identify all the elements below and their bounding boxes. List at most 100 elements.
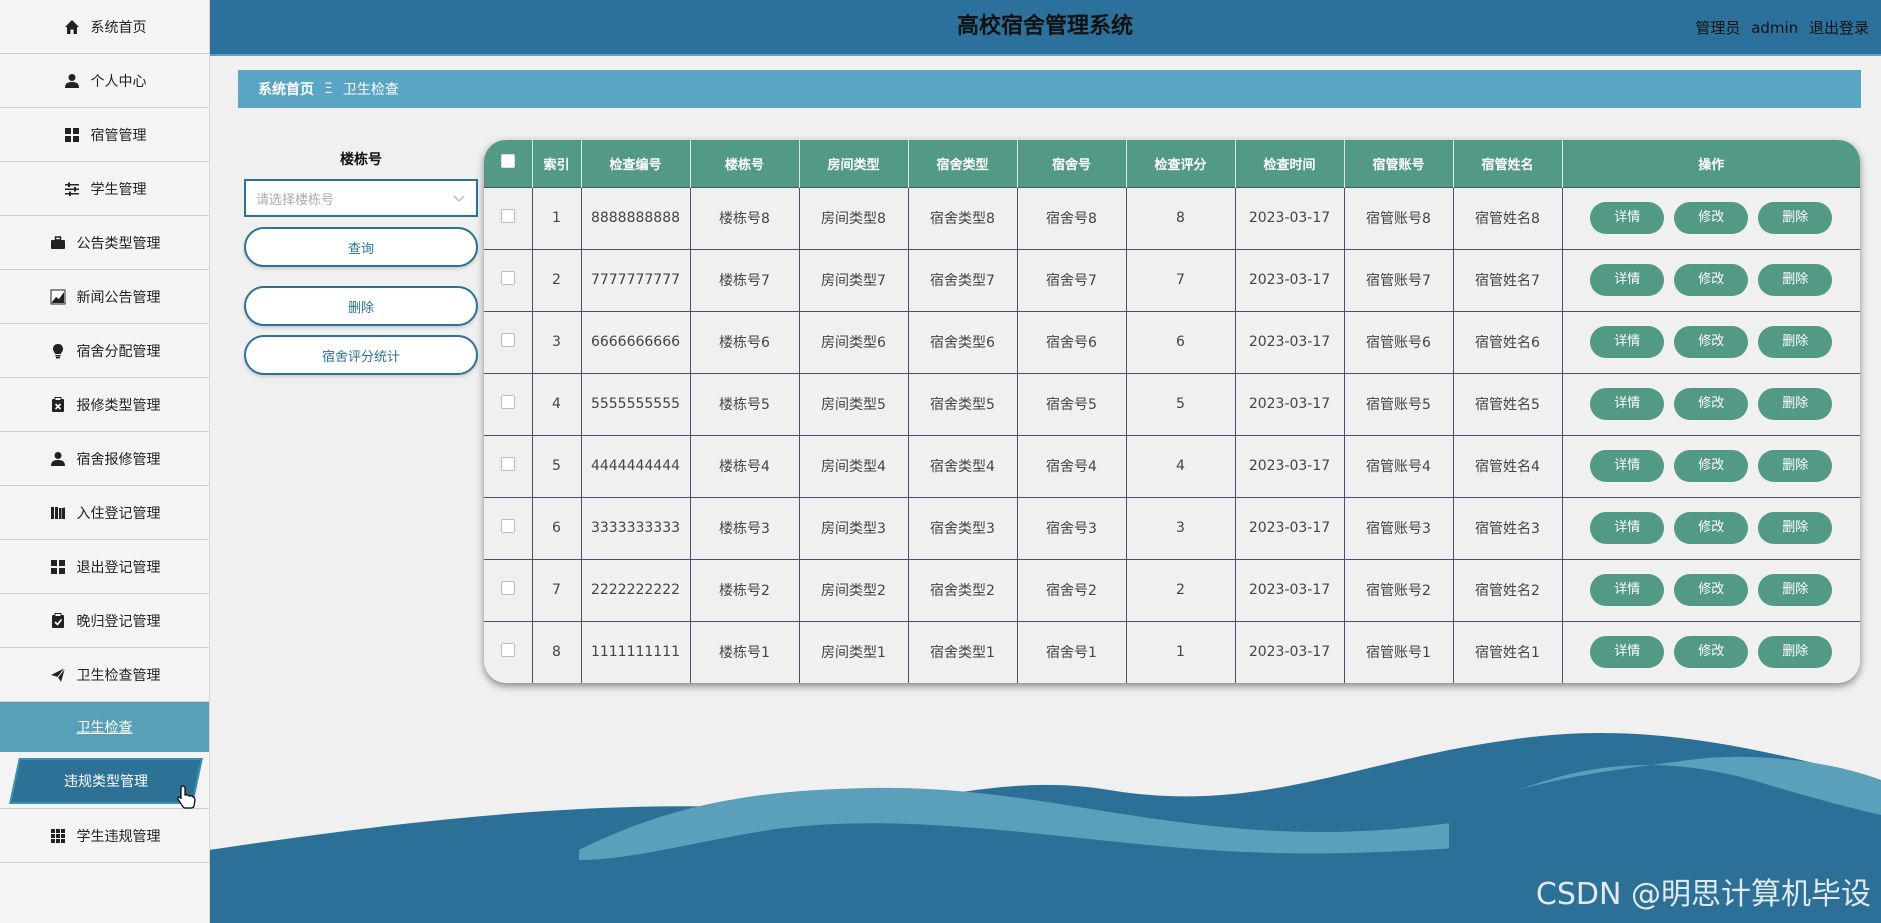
delete-button[interactable]: 删除 — [1758, 636, 1833, 669]
sidebar-item-label: 系统首页 — [90, 19, 147, 36]
grid-icon — [63, 126, 81, 144]
sidebar-item-label: 退出登记管理 — [76, 559, 161, 576]
detail-button[interactable]: 详情 — [1590, 450, 1665, 482]
delete-button[interactable]: 删除 — [1758, 388, 1833, 420]
row-checkbox[interactable] — [500, 643, 515, 658]
sidebar-item[interactable]: 学生管理 — [0, 162, 209, 216]
dorm-number-cell: 宿舍号7 — [1017, 249, 1127, 311]
delete-button[interactable]: 删除 — [1758, 574, 1833, 606]
delete-button[interactable]: 删除 — [1758, 326, 1833, 358]
manager-account-cell: 宿管账号7 — [1344, 249, 1454, 311]
delete-button[interactable]: 删除 — [1758, 264, 1833, 296]
sidebar-item[interactable]: 卫生检查管理 — [0, 648, 209, 702]
manager-account-cell: 宿管账号3 — [1344, 497, 1454, 559]
row-checkbox[interactable] — [500, 519, 515, 533]
building-select[interactable]: 请选择楼栋号 — [244, 179, 478, 217]
check-time-cell: 2023-03-17 — [1235, 311, 1345, 373]
checkbox-cell — [484, 621, 533, 683]
grid-icon — [49, 558, 67, 576]
score-cell: 7 — [1126, 249, 1236, 311]
score-cell: 4 — [1126, 435, 1236, 497]
building-select-placeholder: 请选择楼栋号 — [256, 192, 335, 208]
building-cell: 楼栋号1 — [690, 621, 800, 683]
row-checkbox[interactable] — [500, 395, 515, 409]
breadcrumb-current: 卫生检查 — [342, 82, 399, 98]
edit-button[interactable]: 修改 — [1674, 450, 1749, 482]
room-type-cell: 房间类型1 — [799, 621, 909, 683]
check-code-cell: 7777777777 — [581, 249, 691, 311]
batch-delete-button[interactable]: 删除 — [244, 286, 478, 326]
table-row: 3 6666666666 楼栋号6 房间类型6 宿舍类型6 宿舍号6 6 2023-03-17… — [484, 311, 1860, 373]
column-header: 宿舍类型 — [908, 140, 1018, 187]
sidebar-item-label: 公告类型管理 — [76, 235, 161, 252]
dorm-number-cell: 宿舍号2 — [1017, 559, 1127, 621]
index-cell: 5 — [532, 435, 582, 497]
detail-button[interactable]: 详情 — [1590, 636, 1665, 669]
edit-button[interactable]: 修改 — [1674, 264, 1749, 296]
row-checkbox[interactable] — [500, 209, 515, 223]
manager-name-cell: 宿管姓名4 — [1453, 435, 1563, 497]
sidebar-item[interactable]: 宿舍分配管理 — [0, 324, 209, 378]
top-bar: 高校宿舍管理系统 管理员 admin 退出登录 — [209, 0, 1881, 56]
sidebar-item-violation-types[interactable]: 违规类型管理 — [9, 758, 203, 804]
sidebar-item[interactable]: 新闻公告管理 — [0, 270, 209, 324]
column-header: 索引 — [532, 140, 582, 187]
detail-button[interactable]: 详情 — [1590, 512, 1665, 544]
score-statistics-button[interactable]: 宿舍评分统计 — [244, 335, 478, 375]
sidebar-item[interactable]: 宿管管理 — [0, 108, 209, 162]
detail-button[interactable]: 详情 — [1590, 326, 1665, 358]
index-cell: 7 — [532, 559, 582, 621]
logout-link[interactable]: 退出登录 — [1809, 19, 1869, 37]
row-checkbox[interactable] — [500, 333, 515, 347]
sidebar-item[interactable]: 宿舍报修管理 — [0, 432, 209, 486]
sidebar-item[interactable]: 系统首页 — [0, 0, 209, 54]
sidebar-subitem-hygiene-check[interactable]: 卫生检查 — [0, 702, 209, 752]
edit-button[interactable]: 修改 — [1674, 636, 1749, 669]
detail-button[interactable]: 详情 — [1590, 388, 1665, 420]
sidebar-item[interactable]: 个人中心 — [0, 54, 209, 108]
dorm-type-cell: 宿舍类型5 — [908, 373, 1018, 435]
detail-button[interactable]: 详情 — [1590, 202, 1665, 234]
room-type-cell: 房间类型3 — [799, 497, 909, 559]
apps-icon — [49, 827, 67, 845]
sidebar-item-label: 学生管理 — [90, 181, 147, 198]
delete-button[interactable]: 删除 — [1758, 450, 1833, 482]
sidebar-item-label: 学生违规管理 — [76, 828, 161, 845]
sidebar-item[interactable]: 报修类型管理 — [0, 378, 209, 432]
edit-button[interactable]: 修改 — [1674, 512, 1749, 544]
row-checkbox[interactable] — [500, 581, 515, 595]
building-cell: 楼栋号3 — [690, 497, 800, 559]
check-time-cell: 2023-03-17 — [1235, 497, 1345, 559]
index-cell: 3 — [532, 311, 582, 373]
select-all-cell — [484, 140, 533, 187]
delete-button[interactable]: 删除 — [1758, 512, 1833, 544]
sidebar-item-student-violations[interactable]: 学生违规管理 — [0, 809, 209, 863]
manager-name-cell: 宿管姓名3 — [1453, 497, 1563, 559]
sidebar-item-label: 个人中心 — [90, 73, 147, 90]
send-icon — [49, 666, 67, 684]
edit-button[interactable]: 修改 — [1674, 326, 1749, 358]
manager-name-cell: 宿管姓名6 — [1453, 311, 1563, 373]
edit-button[interactable]: 修改 — [1674, 574, 1749, 606]
user-role: 管理员 — [1695, 19, 1741, 37]
row-checkbox[interactable] — [500, 271, 515, 285]
sidebar-item[interactable]: 退出登记管理 — [0, 540, 209, 594]
breadcrumb-home[interactable]: 系统首页 — [258, 79, 314, 99]
room-type-cell: 房间类型8 — [799, 187, 909, 249]
query-button[interactable]: 查询 — [244, 227, 478, 267]
user-icon — [49, 450, 67, 468]
edit-button[interactable]: 修改 — [1674, 202, 1749, 234]
select-all-checkbox[interactable] — [500, 154, 515, 169]
chevron-down-icon — [453, 195, 465, 203]
column-header: 检查评分 — [1126, 140, 1236, 187]
delete-button[interactable]: 删除 — [1758, 202, 1833, 234]
row-checkbox[interactable] — [500, 457, 515, 471]
sidebar-item[interactable]: 公告类型管理 — [0, 216, 209, 270]
checkbox-cell — [484, 311, 533, 373]
sidebar-item[interactable]: 入住登记管理 — [0, 486, 209, 540]
detail-button[interactable]: 详情 — [1590, 574, 1665, 606]
bulb-icon — [49, 342, 67, 360]
edit-button[interactable]: 修改 — [1674, 388, 1749, 420]
detail-button[interactable]: 详情 — [1590, 264, 1665, 296]
sidebar-item[interactable]: 晚归登记管理 — [0, 594, 209, 648]
